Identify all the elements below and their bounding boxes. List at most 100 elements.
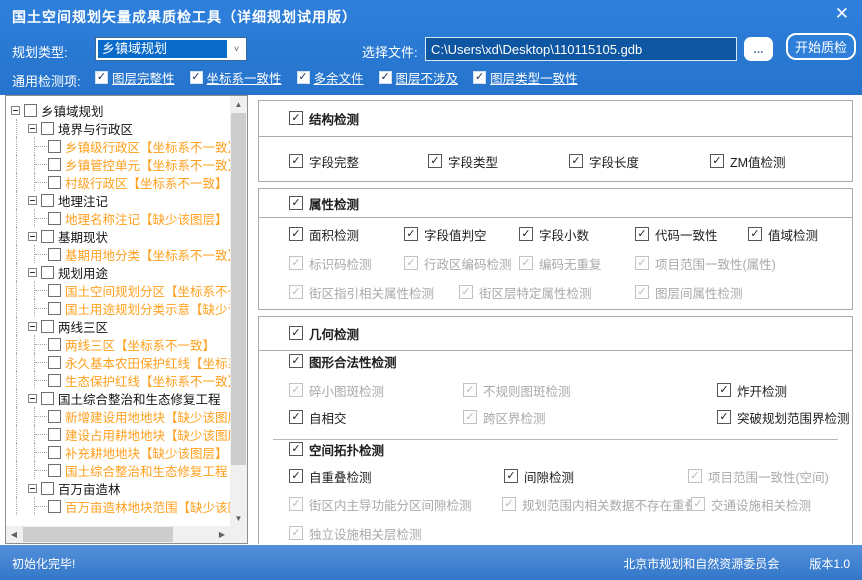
tree-item-checkbox[interactable] [48, 284, 61, 297]
tree-item[interactable]: 两线三区 [6, 317, 230, 335]
checkbox-checked-icon[interactable]: ✓ [297, 71, 310, 84]
section-header-check[interactable]: ✓几何检测 [289, 325, 359, 341]
tree-item-checkbox[interactable] [48, 176, 61, 189]
tree-item-checkbox[interactable] [48, 464, 61, 477]
check-option-item[interactable]: ✓自重叠检测 [289, 468, 372, 484]
checkbox-checked-icon[interactable]: ✓ [635, 227, 649, 241]
checkbox-checked-icon[interactable]: ✓ [289, 326, 303, 340]
checkbox-checked-icon[interactable]: ✓ [504, 469, 518, 483]
tree-item-checkbox[interactable] [48, 140, 61, 153]
browse-button[interactable]: ... [744, 37, 773, 61]
check-option-item[interactable]: ✓字段长度 [569, 153, 639, 169]
checkbox-checked-icon[interactable]: ✓ [95, 71, 108, 84]
checkbox-checked-icon[interactable]: ✓ [519, 227, 533, 241]
general-check-item[interactable]: ✓坐标系一致性 [190, 68, 282, 87]
tree-item-checkbox[interactable] [41, 482, 54, 495]
checkbox-checked-icon[interactable]: ✓ [289, 442, 303, 456]
tree-item[interactable]: 国土综合整治和生态修复工程 [6, 389, 230, 407]
check-option-item[interactable]: ✓ZM值检测 [710, 153, 786, 169]
checkbox-checked-icon[interactable]: ✓ [569, 154, 583, 168]
tree-item[interactable]: 国土综合整治和生态修复工程【缺少该图层】 [6, 461, 230, 479]
check-option-item[interactable]: ✓字段小数 [519, 226, 589, 242]
tree-item-checkbox[interactable] [48, 374, 61, 387]
tree-item[interactable]: 基期用地分类【坐标系不一致】 [6, 245, 230, 263]
tree-item-checkbox[interactable] [41, 194, 54, 207]
scroll-right-icon[interactable]: ▶ [214, 526, 230, 543]
tree-item-checkbox[interactable] [24, 104, 37, 117]
tree-collapse-icon[interactable] [28, 484, 37, 493]
check-option-item[interactable]: ✓字段类型 [428, 153, 498, 169]
check-option-item[interactable]: ✓自相交 [289, 409, 347, 425]
tree-item-checkbox[interactable] [48, 428, 61, 441]
tree-item[interactable]: 国土空间规划分区【坐标系不一致】 [6, 281, 230, 299]
check-option-item[interactable]: ✓代码一致性 [635, 226, 718, 242]
tree-item[interactable]: 地理注记 [6, 191, 230, 209]
plan-type-dropdown[interactable]: 乡镇域规划 ˅ [95, 37, 247, 61]
tree-item[interactable]: 补充耕地地块【缺少该图层】 [6, 443, 230, 461]
scroll-up-icon[interactable]: ▲ [230, 96, 247, 112]
checkbox-checked-icon[interactable]: ✓ [748, 227, 762, 241]
section-header-check[interactable]: ✓属性检测 [289, 195, 359, 211]
tree-collapse-icon[interactable] [28, 322, 37, 331]
section-header-check[interactable]: ✓图形合法性检测 [289, 353, 397, 369]
tree-item-checkbox[interactable] [41, 392, 54, 405]
check-option-item[interactable]: ✓字段完整 [289, 153, 359, 169]
general-check-item[interactable]: ✓图层不涉及 [379, 68, 459, 87]
tree-item-checkbox[interactable] [48, 500, 61, 513]
tree-item[interactable]: 乡镇域规划 [6, 101, 230, 119]
general-check-item[interactable]: ✓图层完整性 [95, 68, 175, 87]
tree-item-checkbox[interactable] [41, 230, 54, 243]
tree-item-checkbox[interactable] [48, 212, 61, 225]
tree-item-checkbox[interactable] [41, 266, 54, 279]
checkbox-checked-icon[interactable]: ✓ [190, 71, 203, 84]
check-option-item[interactable]: ✓间隙检测 [504, 468, 574, 484]
checkbox-checked-icon[interactable]: ✓ [379, 71, 392, 84]
tree-collapse-icon[interactable] [28, 232, 37, 241]
check-option-item[interactable]: ✓炸开检测 [717, 382, 787, 398]
checkbox-checked-icon[interactable]: ✓ [717, 410, 731, 424]
vertical-scrollbar[interactable]: ▲ ▼ [230, 96, 247, 526]
checkbox-checked-icon[interactable]: ✓ [289, 227, 303, 241]
tree-collapse-icon[interactable] [28, 124, 37, 133]
horizontal-scroll-thumb[interactable] [23, 527, 173, 542]
tree-item[interactable]: 基期现状 [6, 227, 230, 245]
tree-collapse-icon[interactable] [28, 394, 37, 403]
section-header-check[interactable]: ✓结构检测 [289, 110, 359, 126]
check-option-item[interactable]: ✓值域检测 [748, 226, 818, 242]
checkbox-checked-icon[interactable]: ✓ [428, 154, 442, 168]
tree-item[interactable]: 国土用途规划分类示意【缺少该图层】 [6, 299, 230, 317]
checkbox-checked-icon[interactable]: ✓ [289, 354, 303, 368]
tree-item[interactable]: 乡镇级行政区【坐标系不一致】 [6, 137, 230, 155]
tree-item-checkbox[interactable] [41, 320, 54, 333]
checkbox-checked-icon[interactable]: ✓ [289, 196, 303, 210]
start-qc-button[interactable]: 开始质检 [786, 33, 856, 60]
tree-item-checkbox[interactable] [41, 122, 54, 135]
checkbox-checked-icon[interactable]: ✓ [289, 111, 303, 125]
section-header-check[interactable]: ✓空间拓扑检测 [289, 441, 384, 457]
scroll-left-icon[interactable]: ◀ [6, 526, 22, 543]
tree-item[interactable]: 百万亩造林 [6, 479, 230, 497]
tree-item[interactable]: 乡镇管控单元【坐标系不一致】 [6, 155, 230, 173]
checkbox-checked-icon[interactable]: ✓ [289, 154, 303, 168]
tree-item[interactable]: 生态保护红线【坐标系不一致】 [6, 371, 230, 389]
checkbox-checked-icon[interactable]: ✓ [289, 469, 303, 483]
close-icon[interactable]: ✕ [835, 4, 849, 24]
tree-item-checkbox[interactable] [48, 410, 61, 423]
tree-item[interactable]: 地理名称注记【缺少该图层】 [6, 209, 230, 227]
tree-item[interactable]: 百万亩造林地块范围【缺少该图层】 [6, 497, 230, 515]
tree-item-checkbox[interactable] [48, 338, 61, 351]
file-path-input[interactable] [425, 37, 737, 61]
scroll-down-icon[interactable]: ▼ [230, 510, 247, 526]
tree-item[interactable]: 永久基本农田保护红线【坐标系不一致】 [6, 353, 230, 371]
vertical-scroll-thumb[interactable] [231, 113, 246, 465]
tree-item-checkbox[interactable] [48, 248, 61, 261]
check-option-item[interactable]: ✓突破规划范围界检测 [717, 409, 850, 425]
horizontal-scrollbar[interactable]: ◀ ▶ [6, 526, 230, 543]
checkbox-checked-icon[interactable]: ✓ [717, 383, 731, 397]
tree-item-checkbox[interactable] [48, 446, 61, 459]
general-check-item[interactable]: ✓图层类型一致性 [473, 68, 578, 87]
tree-item[interactable]: 规划用途 [6, 263, 230, 281]
checkbox-checked-icon[interactable]: ✓ [404, 227, 418, 241]
check-option-item[interactable]: ✓字段值判空 [404, 226, 487, 242]
tree-item-checkbox[interactable] [48, 302, 61, 315]
